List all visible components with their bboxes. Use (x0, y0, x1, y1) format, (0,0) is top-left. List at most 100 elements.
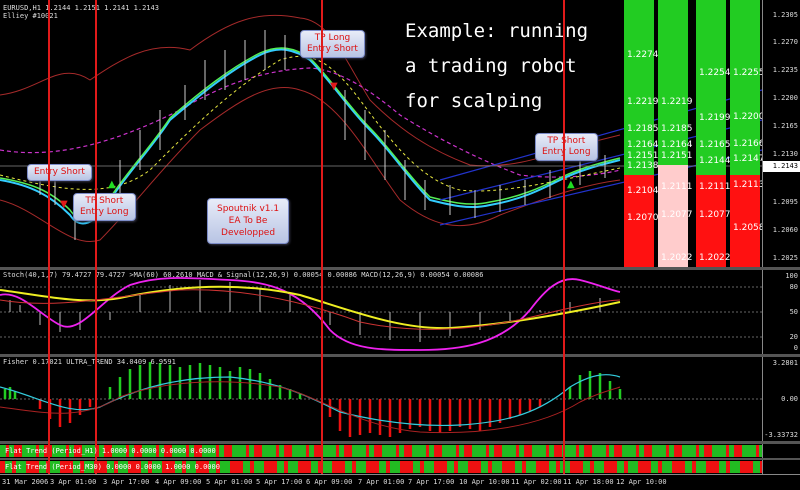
fisher-pane[interactable]: Fisher 0.17021 ULTRA_TREND 34.0409 6.959… (0, 357, 762, 441)
level-label: 1.2104 (627, 186, 659, 196)
signal-vline (48, 0, 50, 474)
time-tick: 7 Apr 01:00 (358, 478, 405, 486)
headline-line-3: for scalping (405, 90, 543, 112)
level-label: 1.2111 (661, 182, 693, 192)
current-price-tag: 1.2143 (763, 161, 800, 172)
level-label: 1.2254 (699, 68, 731, 78)
time-tick: 5 Apr 01:00 (206, 478, 253, 486)
callout-entry-short: Entry Short (27, 164, 92, 181)
price-tick: 1.2095 (772, 198, 798, 206)
time-axis: 31 Mar 2006 3 Apr 01:00 3 Apr 17:00 4 Ap… (0, 474, 800, 490)
flat-trend-label-h1: Flat Trend (Period_H1) 1.0000 0.0000 0.0… (5, 447, 216, 455)
buy-arrow-icon: ▲ (108, 179, 116, 190)
flat-trend-label-m30: Flat Trend (Period_M30) 0.0000 0.0000 1.… (5, 463, 220, 471)
level-label: 1.2199 (699, 113, 731, 123)
flat-axis-m30 (762, 460, 800, 474)
price-tick: 1.2305 (772, 11, 798, 19)
headline-text: Example: running a trading robot for sca… (405, 14, 588, 119)
fisher-title: Fisher 0.17021 ULTRA_TREND 34.0409 6.959… (3, 358, 176, 366)
level-label: 1.2022 (699, 253, 731, 263)
level-label: 1.2166 (733, 139, 762, 149)
level-label: 1.2164 (661, 140, 693, 150)
stoch-title: Stoch(40,1,7) 79.4727 79.4727 >MA(60) 60… (3, 271, 484, 279)
level-label: 1.2219 (627, 97, 659, 107)
stoch-macd-pane[interactable]: Stoch(40,1,7) 79.4727 79.4727 >MA(60) 60… (0, 270, 762, 354)
fisher-axis: 3.2801 0.00 -3.33732 (762, 357, 800, 441)
stoch-tick: 100 (785, 272, 798, 280)
time-tick: 7 Apr 17:00 (408, 478, 455, 486)
level-label: 1.2219 (661, 97, 693, 107)
time-tick: 4 Apr 09:00 (155, 478, 202, 486)
fisher-histogram-green (3, 362, 622, 399)
ultra-trend-line-red (0, 381, 621, 434)
ultra-trend-line-cyan (0, 374, 621, 427)
callout-text: Entry Long (542, 147, 591, 157)
stoch-tick: 20 (789, 333, 798, 341)
level-label: 1.2138 (627, 161, 659, 171)
buy-arrow-icon: ▲ (567, 179, 575, 190)
level-label: 1.2200 (733, 112, 762, 122)
symbol-info: EURUSD,H1 1.2144 1.2151 1.2141 1.2143 (3, 4, 159, 12)
price-tick: 1.2130 (772, 150, 798, 158)
callout-tp-short-entry-long-2: TP Short Entry Long (535, 133, 598, 161)
time-tick: 31 Mar 2006 (2, 478, 49, 486)
signal-vline (321, 0, 323, 474)
flat-trend-pane-h1[interactable]: Flat Trend (Period_H1) 1.0000 0.0000 0.0… (0, 444, 762, 458)
callout-text: Entry Long (80, 207, 129, 217)
sell-arrow-icon: ▼ (60, 199, 68, 210)
fisher-tick: 0.00 (781, 395, 798, 403)
callout-text: Entry Short (307, 44, 358, 54)
fisher-svg (0, 362, 762, 437)
callout-text: TP Short (547, 136, 586, 146)
level-label: 1.2147 (733, 154, 762, 164)
callout-spoutnik: Spoutnik v1.1 EA To Be Developped (207, 198, 290, 244)
stoch-tick: 0 (793, 344, 798, 352)
level-label: 1.2185 (661, 124, 693, 134)
sell-arrow-icon: ▼ (330, 81, 338, 92)
level-label: 1.2164 (627, 140, 659, 150)
level-label: 1.2151 (627, 151, 659, 161)
callout-text: TP Short (85, 196, 124, 206)
level-label: 1.2111 (699, 182, 731, 192)
level-label: 1.2151 (661, 151, 693, 161)
time-tick: 3 Apr 01:00 (50, 478, 97, 486)
level-label: 1.2077 (661, 210, 693, 220)
signal-vline (95, 0, 97, 474)
callout-text: Spoutnik v1.1 (217, 204, 280, 214)
level-label: 1.2144 (699, 156, 731, 166)
price-tick: 1.2200 (772, 94, 798, 102)
level-label: 1.2022 (661, 253, 693, 263)
fisher-tick: -3.33732 (764, 431, 798, 439)
level-label: 1.2165 (699, 140, 731, 150)
macd-histogram (9, 280, 601, 342)
level-label: 1.2077 (699, 210, 731, 220)
stoch-axis: 100 80 50 20 0 (762, 270, 800, 354)
time-tick: 6 Apr 09:00 (306, 478, 353, 486)
price-tick: 1.2235 (772, 66, 798, 74)
level-label: 1.2113 (733, 180, 762, 190)
level-label: 1.2058 (733, 223, 762, 233)
callout-tp-long-entry-short: TP Long Entry Short (300, 30, 365, 58)
callout-tp-short-entry-long: TP Short Entry Long (73, 193, 136, 221)
level-label: 1.2255 (733, 68, 762, 78)
time-tick: 12 Apr 10:00 (616, 478, 667, 486)
stoch-line (0, 277, 621, 351)
price-tick: 1.2270 (772, 38, 798, 46)
fisher-tick: 3.2801 (772, 359, 798, 367)
price-tick: 1.2165 (772, 122, 798, 130)
level-label: 1.2070 (627, 213, 659, 223)
headline-line-1: Example: running (405, 20, 589, 42)
price-tick: 1.2060 (772, 226, 798, 234)
callout-text: Entry Short (34, 167, 85, 177)
main-chart-pane[interactable]: EURUSD,H1 1.2144 1.2151 1.2141 1.2143 El… (0, 0, 762, 267)
headline-line-2: a trading robot (405, 55, 577, 77)
flat-trend-pane-m30[interactable]: Flat Trend (Period_M30) 0.0000 0.0000 1.… (0, 460, 762, 474)
level-label: 1.2185 (627, 124, 659, 134)
stoch-tick: 50 (789, 308, 798, 316)
time-tick: 11 Apr 02:00 (511, 478, 562, 486)
time-tick: 3 Apr 17:00 (103, 478, 150, 486)
time-tick: 11 Apr 18:00 (563, 478, 614, 486)
time-tick: 5 Apr 17:00 (256, 478, 303, 486)
fisher-histogram-red (38, 399, 542, 437)
stoch-macd-svg (0, 277, 762, 351)
